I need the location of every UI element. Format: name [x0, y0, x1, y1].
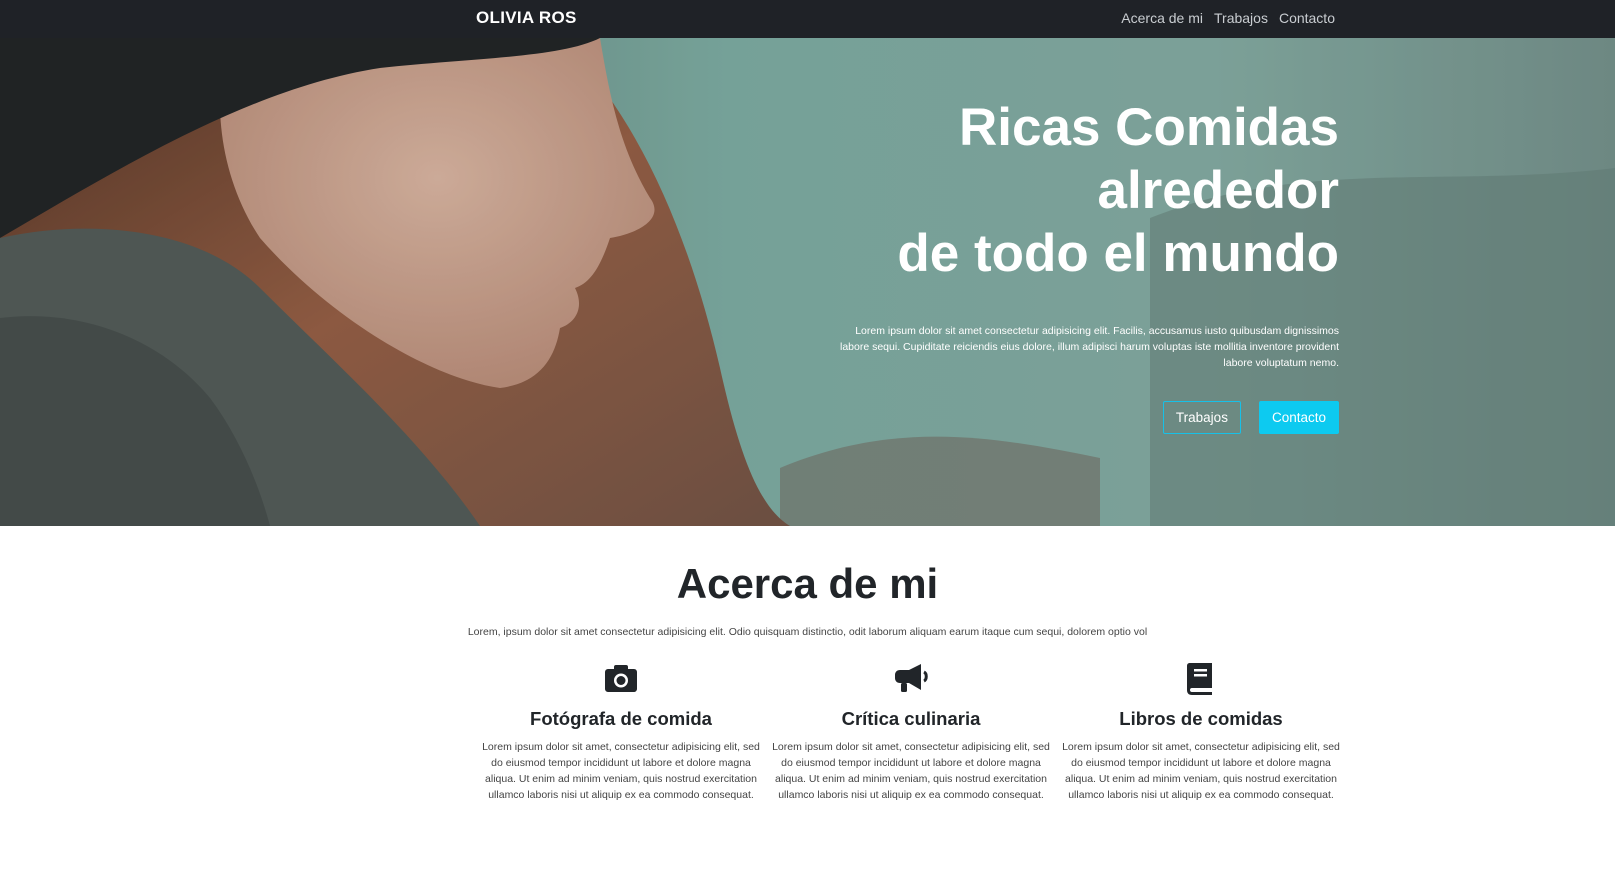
camera-icon [605, 665, 637, 692]
feature-title: Crítica culinaria [841, 708, 981, 729]
feature-text: Lorem ipsum dolor sit amet, consectetur … [482, 741, 760, 801]
hero-title-line-1: Ricas Comidas [959, 98, 1339, 157]
trabajos-button[interactable]: Trabajos [1162, 401, 1241, 434]
feature-photographer: Fotógrafa de comida Lorem ipsum dolor si… [476, 658, 766, 803]
about-title: Acerca de mi [676, 560, 939, 607]
megaphone-icon [895, 664, 928, 692]
about-section: Acerca de mi Lorem, ipsum dolor sit amet… [0, 526, 1615, 872]
nav-link-contacto[interactable]: Contacto [1279, 10, 1335, 26]
book-icon [1187, 663, 1212, 695]
hero-title: Ricas Comidas alrededor de todo el mundo [719, 96, 1339, 285]
feature-title: Fotógrafa de comida [530, 708, 712, 729]
feature-text: Lorem ipsum dolor sit amet, consectetur … [1062, 741, 1340, 801]
hero-title-line-3: de todo el mundo [897, 224, 1339, 283]
feature-text: Lorem ipsum dolor sit amet, consectetur … [772, 741, 1050, 801]
brand-logo[interactable]: OLIVIA ROS [476, 8, 577, 28]
hero-title-line-2: alrededor [1097, 161, 1339, 220]
hero-buttons: Trabajos Contacto [719, 401, 1339, 434]
feature-title: Libros de comidas [1119, 708, 1283, 729]
navbar: OLIVIA ROS Acerca de mi Trabajos Contact… [0, 0, 1615, 38]
hero-description: Lorem ipsum dolor sit amet consectetur a… [839, 325, 1339, 369]
feature-critic: Crítica culinaria Lorem ipsum dolor sit … [766, 658, 1056, 803]
nav-link-acerca[interactable]: Acerca de mi [1121, 10, 1203, 26]
feature-books: Libros de comidas Lorem ipsum dolor sit … [1056, 658, 1346, 803]
nav-links: Acerca de mi Trabajos Contacto [1121, 10, 1335, 26]
features-row: Fotógrafa de comida Lorem ipsum dolor si… [476, 658, 1346, 803]
contacto-button[interactable]: Contacto [1258, 401, 1339, 434]
hero-content: Ricas Comidas alrededor de todo el mundo… [719, 96, 1339, 434]
about-lead: Lorem, ipsum dolor sit amet consectetur … [467, 626, 1148, 638]
hero-section: Ricas Comidas alrededor de todo el mundo… [0, 38, 1615, 526]
nav-link-trabajos[interactable]: Trabajos [1214, 10, 1268, 26]
